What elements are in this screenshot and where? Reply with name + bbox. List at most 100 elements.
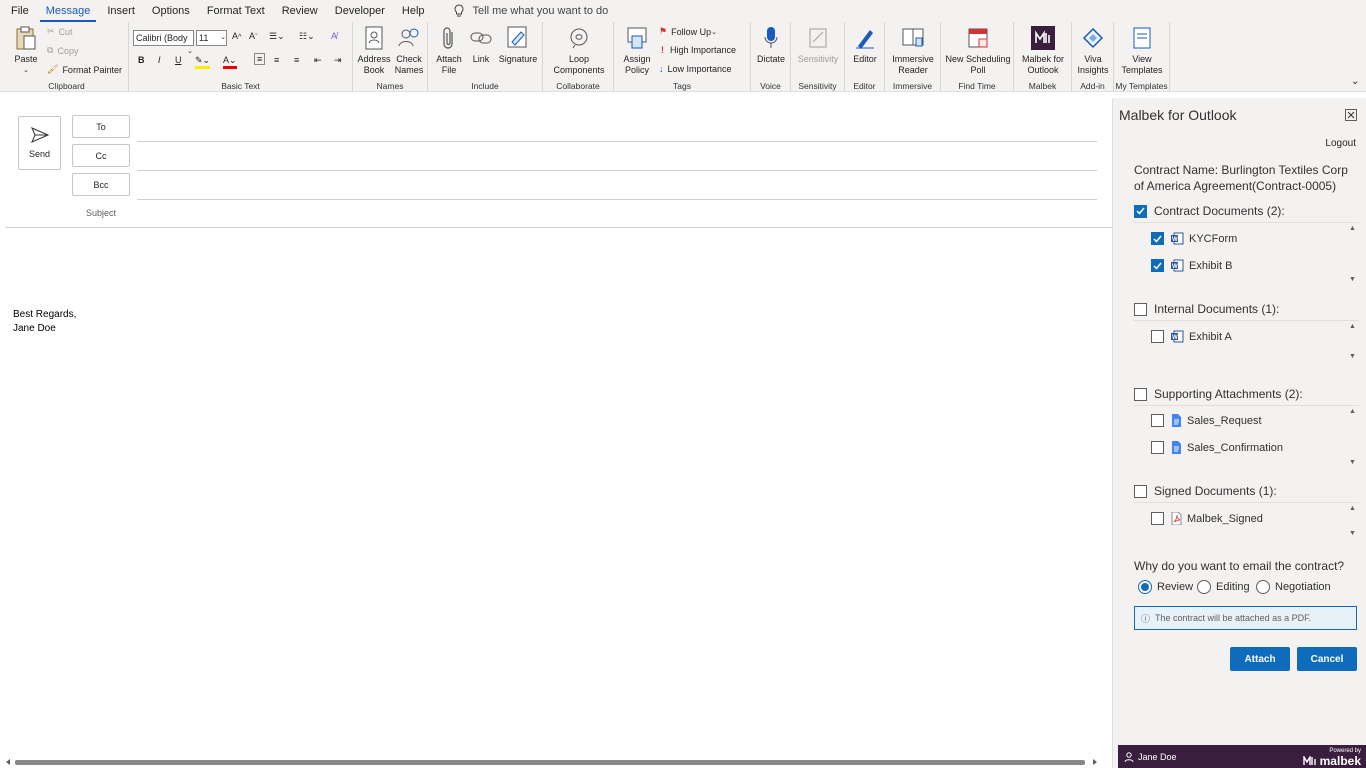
align-left-icon[interactable]: ≡ (254, 53, 266, 65)
tab-options[interactable]: Options (146, 0, 196, 22)
close-icon[interactable] (1345, 109, 1357, 121)
cc-button[interactable]: Cc (72, 144, 130, 167)
align-center-icon[interactable]: ≡ (274, 55, 279, 65)
section-supporting-attachments[interactable]: Supporting Attachments (2): (1134, 387, 1303, 401)
doc-row-exhibit-b[interactable]: W Exhibit B (1151, 259, 1232, 272)
signature-button[interactable]: Signature (498, 24, 538, 65)
doc-checkbox[interactable] (1151, 232, 1164, 245)
section-checkbox[interactable] (1134, 387, 1147, 401)
doc-checkbox[interactable] (1151, 414, 1164, 427)
radio-circle[interactable] (1197, 580, 1211, 594)
radio-circle[interactable] (1256, 580, 1270, 594)
address-book-button[interactable]: Address Book (356, 24, 392, 76)
reason-editing-radio[interactable]: Editing (1197, 580, 1250, 594)
align-right-icon[interactable]: ≡ (294, 55, 299, 65)
sensitivity-button[interactable]: Sensitivity (794, 24, 842, 65)
editor-button[interactable]: Editor (847, 24, 883, 65)
bullets-icon[interactable]: ☰⌄ (269, 31, 285, 42)
underline-icon[interactable]: U (175, 55, 182, 65)
scroll-down-icon[interactable]: ▼ (1349, 459, 1356, 466)
scroll-thumb[interactable] (15, 760, 1085, 765)
scroll-up-icon[interactable]: ▲ (1349, 225, 1356, 232)
cc-field[interactable] (137, 147, 1097, 171)
scroll-down-icon[interactable]: ▼ (1349, 530, 1356, 537)
format-painter-button[interactable]: 🖌 Format Painter (47, 64, 122, 75)
tab-insert[interactable]: Insert (101, 0, 141, 22)
doc-row-kycform[interactable]: W KYCForm (1151, 232, 1237, 245)
font-size-select[interactable]: 11 ⌄ (196, 30, 227, 46)
tab-review[interactable]: Review (276, 0, 324, 22)
copy-button[interactable]: ⧉ Copy (47, 45, 78, 56)
tab-file[interactable]: File (5, 0, 35, 22)
section-checkbox[interactable] (1134, 484, 1147, 498)
tab-help[interactable]: Help (396, 0, 431, 22)
malbek-for-outlook-button[interactable]: Malbek for Outlook (1017, 24, 1069, 76)
section-checkbox[interactable] (1134, 302, 1147, 316)
to-field[interactable] (137, 118, 1097, 142)
paste-button[interactable]: Paste ⌄ (11, 24, 41, 76)
section-contract-documents[interactable]: Contract Documents (2): (1134, 204, 1285, 218)
attach-button[interactable]: Attach (1230, 647, 1290, 671)
high-importance-button[interactable]: ! High Importance (661, 45, 736, 55)
tab-developer[interactable]: Developer (329, 0, 391, 22)
bold-icon[interactable]: B (138, 55, 145, 65)
section-signed-documents[interactable]: Signed Documents (1): (1134, 484, 1277, 498)
scroll-up-icon[interactable]: ▲ (1349, 323, 1356, 330)
scroll-down-icon[interactable]: ▼ (1349, 353, 1356, 360)
section-checkbox[interactable] (1134, 204, 1147, 218)
shrink-font-icon[interactable]: Aˇ (249, 31, 258, 41)
low-importance-button[interactable]: ↓ Low Importance (659, 64, 732, 74)
doc-row-exhibit-a[interactable]: W Exhibit A (1151, 330, 1232, 343)
doc-row-malbek-signed[interactable]: Malbek_Signed (1151, 512, 1263, 525)
highlight-icon[interactable]: ✎⌄ (195, 55, 211, 69)
view-templates-button[interactable]: View Templates (1117, 24, 1167, 76)
new-scheduling-poll-button[interactable]: New Scheduling Poll (944, 24, 1012, 76)
doc-checkbox[interactable] (1151, 259, 1164, 272)
cut-button[interactable]: ✂ Cut (47, 26, 73, 37)
subject-field[interactable] (5, 204, 1112, 228)
follow-up-button[interactable]: ⚑ Follow Up ⌄ (659, 26, 717, 37)
scroll-right-icon[interactable] (1093, 759, 1097, 765)
reason-negotiation-radio[interactable]: Negotiation (1256, 580, 1331, 594)
cancel-button[interactable]: Cancel (1297, 647, 1357, 671)
attach-file-button[interactable]: Attach File (432, 24, 466, 76)
increase-indent-icon[interactable]: ⇥ (334, 55, 342, 66)
numbering-icon[interactable]: ☷⌄ (299, 31, 315, 42)
scroll-down-icon[interactable]: ▼ (1349, 276, 1356, 283)
doc-checkbox[interactable] (1151, 512, 1164, 525)
decrease-indent-icon[interactable]: ⇤ (314, 55, 322, 66)
ribbon-collapse-icon[interactable]: ⌄ (1351, 76, 1359, 87)
loop-components-button[interactable]: Loop Components (547, 24, 611, 76)
tab-format-text[interactable]: Format Text (201, 0, 271, 22)
assign-policy-button[interactable]: Assign Policy (618, 24, 656, 76)
radio-circle[interactable] (1138, 580, 1152, 594)
clear-formatting-icon[interactable]: A̸ (331, 31, 337, 41)
scroll-up-icon[interactable]: ▲ (1349, 408, 1356, 415)
immersive-reader-button[interactable]: Immersive Reader (888, 24, 938, 76)
to-button[interactable]: To (72, 115, 130, 138)
bcc-field[interactable] (137, 176, 1097, 200)
font-color-icon[interactable]: A⌄ (223, 55, 237, 69)
doc-row-sales-confirmation[interactable]: Sales_Confirmation (1151, 441, 1283, 454)
grow-font-icon[interactable]: A ^ (232, 31, 242, 41)
message-body[interactable]: Best Regards, Jane Doe (13, 308, 76, 336)
bcc-button[interactable]: Bcc (72, 173, 130, 196)
font-name-select[interactable]: Calibri (Body ⌄ (133, 30, 194, 55)
horizontal-scrollbar[interactable] (5, 758, 1098, 766)
doc-row-sales-request[interactable]: Sales_Request (1151, 414, 1262, 427)
send-button[interactable]: Send (18, 116, 61, 170)
section-internal-documents[interactable]: Internal Documents (1): (1134, 302, 1279, 316)
scroll-up-icon[interactable]: ▲ (1349, 505, 1356, 512)
check-names-button[interactable]: Check Names (391, 24, 427, 76)
viva-insights-button[interactable]: Viva Insights (1073, 24, 1113, 76)
italic-icon[interactable]: I (158, 55, 161, 65)
doc-checkbox[interactable] (1151, 441, 1164, 454)
scroll-left-icon[interactable] (6, 759, 10, 765)
doc-checkbox[interactable] (1151, 330, 1164, 343)
tell-me-search[interactable]: Tell me what you want to do (453, 4, 608, 18)
reason-review-radio[interactable]: Review (1138, 580, 1193, 594)
link-button[interactable]: Link (466, 24, 496, 65)
dictate-button[interactable]: Dictate (753, 24, 789, 65)
tab-message[interactable]: Message (39, 0, 97, 22)
logout-link[interactable]: Logout (1325, 138, 1356, 149)
